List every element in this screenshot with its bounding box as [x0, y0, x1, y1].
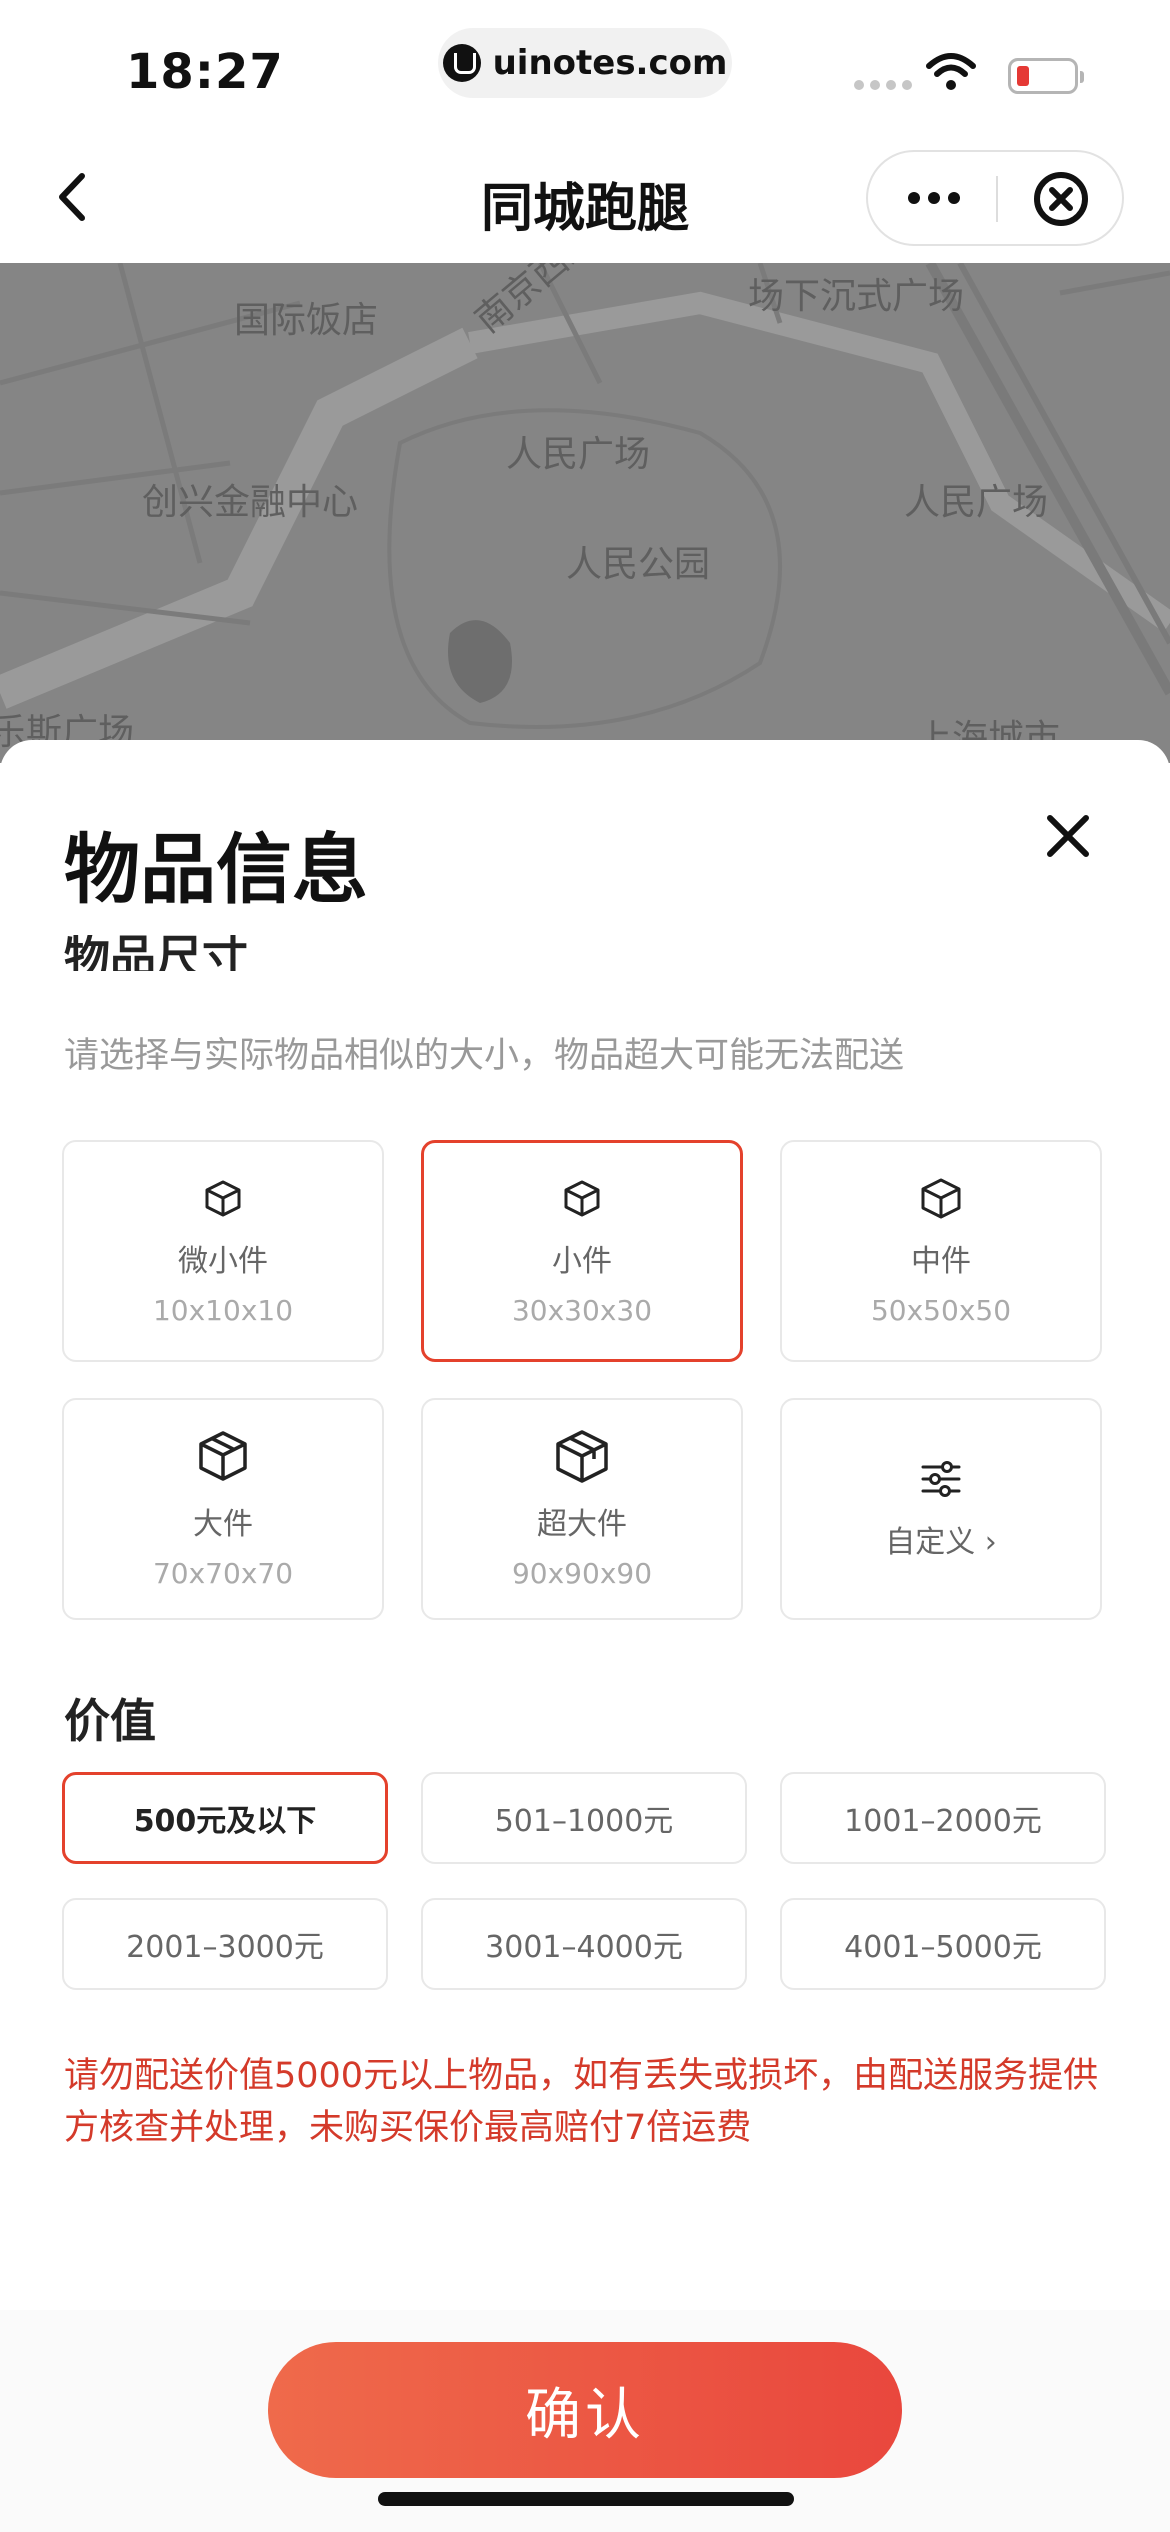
- size-name: 微小件: [178, 1243, 268, 1279]
- item-info-sheet: [0, 740, 1170, 2532]
- box-icon: [921, 1178, 961, 1218]
- value-option[interactable]: 4001–5000元: [780, 1898, 1106, 1990]
- home-indicator: [378, 2492, 794, 2506]
- size-name: 中件: [911, 1243, 971, 1279]
- url-pill: uinotes.com: [438, 28, 732, 98]
- map-label: 人民公园: [566, 544, 711, 585]
- size-option-medium[interactable]: 中件 50x50x50: [780, 1140, 1102, 1362]
- box-icon: [556, 1429, 608, 1483]
- box-icon: [199, 1430, 247, 1481]
- size-hint: 请选择与实际物品相似的大小，物品超大可能无法配送: [64, 1036, 905, 1076]
- size-dimensions: 90x90x90: [511, 1556, 653, 1590]
- size-name: 小件: [552, 1243, 612, 1279]
- size-option-large[interactable]: 大件 70x70x70: [62, 1398, 384, 1620]
- size-option-extra-large[interactable]: 超大件 90x90x90: [421, 1398, 743, 1620]
- more-dots-icon: [908, 192, 920, 204]
- map-label: 人民广场: [904, 482, 1049, 523]
- value-warning-text: 请勿配送价值5000元以上物品，如有丢失或损坏，由配送服务提供方核查并处理，未购…: [64, 2056, 1099, 2148]
- value-option[interactable]: 3001–4000元: [421, 1898, 747, 1990]
- size-option-custom[interactable]: 自定义 ›: [780, 1398, 1102, 1620]
- box-icon: [564, 1180, 600, 1216]
- value-option[interactable]: 500元及以下: [62, 1772, 388, 1864]
- wifi-icon: [926, 53, 976, 90]
- battery-icon: [1008, 58, 1084, 94]
- cellular-signal-icon: [854, 80, 912, 90]
- value-section-title: 价值: [64, 1694, 156, 1748]
- close-sheet-button[interactable]: [1040, 808, 1096, 864]
- size-name: 大件: [193, 1506, 253, 1542]
- custom-size-label: 自定义 ›: [885, 1525, 997, 1560]
- size-dimensions: 30x30x30: [511, 1293, 653, 1327]
- size-dimensions: 10x10x10: [152, 1293, 294, 1327]
- map-label: 场下沉式广场: [748, 276, 965, 317]
- box-icon: [205, 1180, 241, 1216]
- size-section-title: 物品尺寸: [64, 935, 248, 971]
- status-time: 18:27: [126, 44, 284, 100]
- size-name: 超大件: [537, 1506, 627, 1542]
- map-label: 创兴金融中心: [142, 482, 359, 523]
- sliders-icon: [921, 1461, 961, 1497]
- capsule-divider: [996, 176, 998, 222]
- more-button[interactable]: [894, 172, 974, 224]
- size-dimensions: 50x50x50: [870, 1293, 1012, 1327]
- size-option-small[interactable]: 小件 30x30x30: [421, 1140, 743, 1362]
- url-text: uinotes.com: [492, 43, 728, 83]
- mini-program-capsule: [866, 150, 1124, 246]
- value-option[interactable]: 1001–2000元: [780, 1772, 1106, 1864]
- size-option-tiny[interactable]: 微小件 10x10x10: [62, 1140, 384, 1362]
- value-option[interactable]: 2001–3000元: [62, 1898, 388, 1990]
- map-view[interactable]: 国际饭店 南京西路 场下沉式广场 人民广场 创兴金融中心 人民广场 人民公园 乐…: [0, 263, 1170, 763]
- size-dimensions: 70x70x70: [152, 1556, 294, 1590]
- close-program-button[interactable]: [1032, 170, 1090, 228]
- value-option[interactable]: 501–1000元: [421, 1772, 747, 1864]
- confirm-button[interactable]: 确认: [268, 2342, 902, 2478]
- sheet-title: 物品信息: [64, 825, 368, 914]
- map-label: 国际饭店: [234, 300, 379, 341]
- map-label: 人民广场: [506, 434, 651, 475]
- site-lock-icon: [442, 44, 481, 82]
